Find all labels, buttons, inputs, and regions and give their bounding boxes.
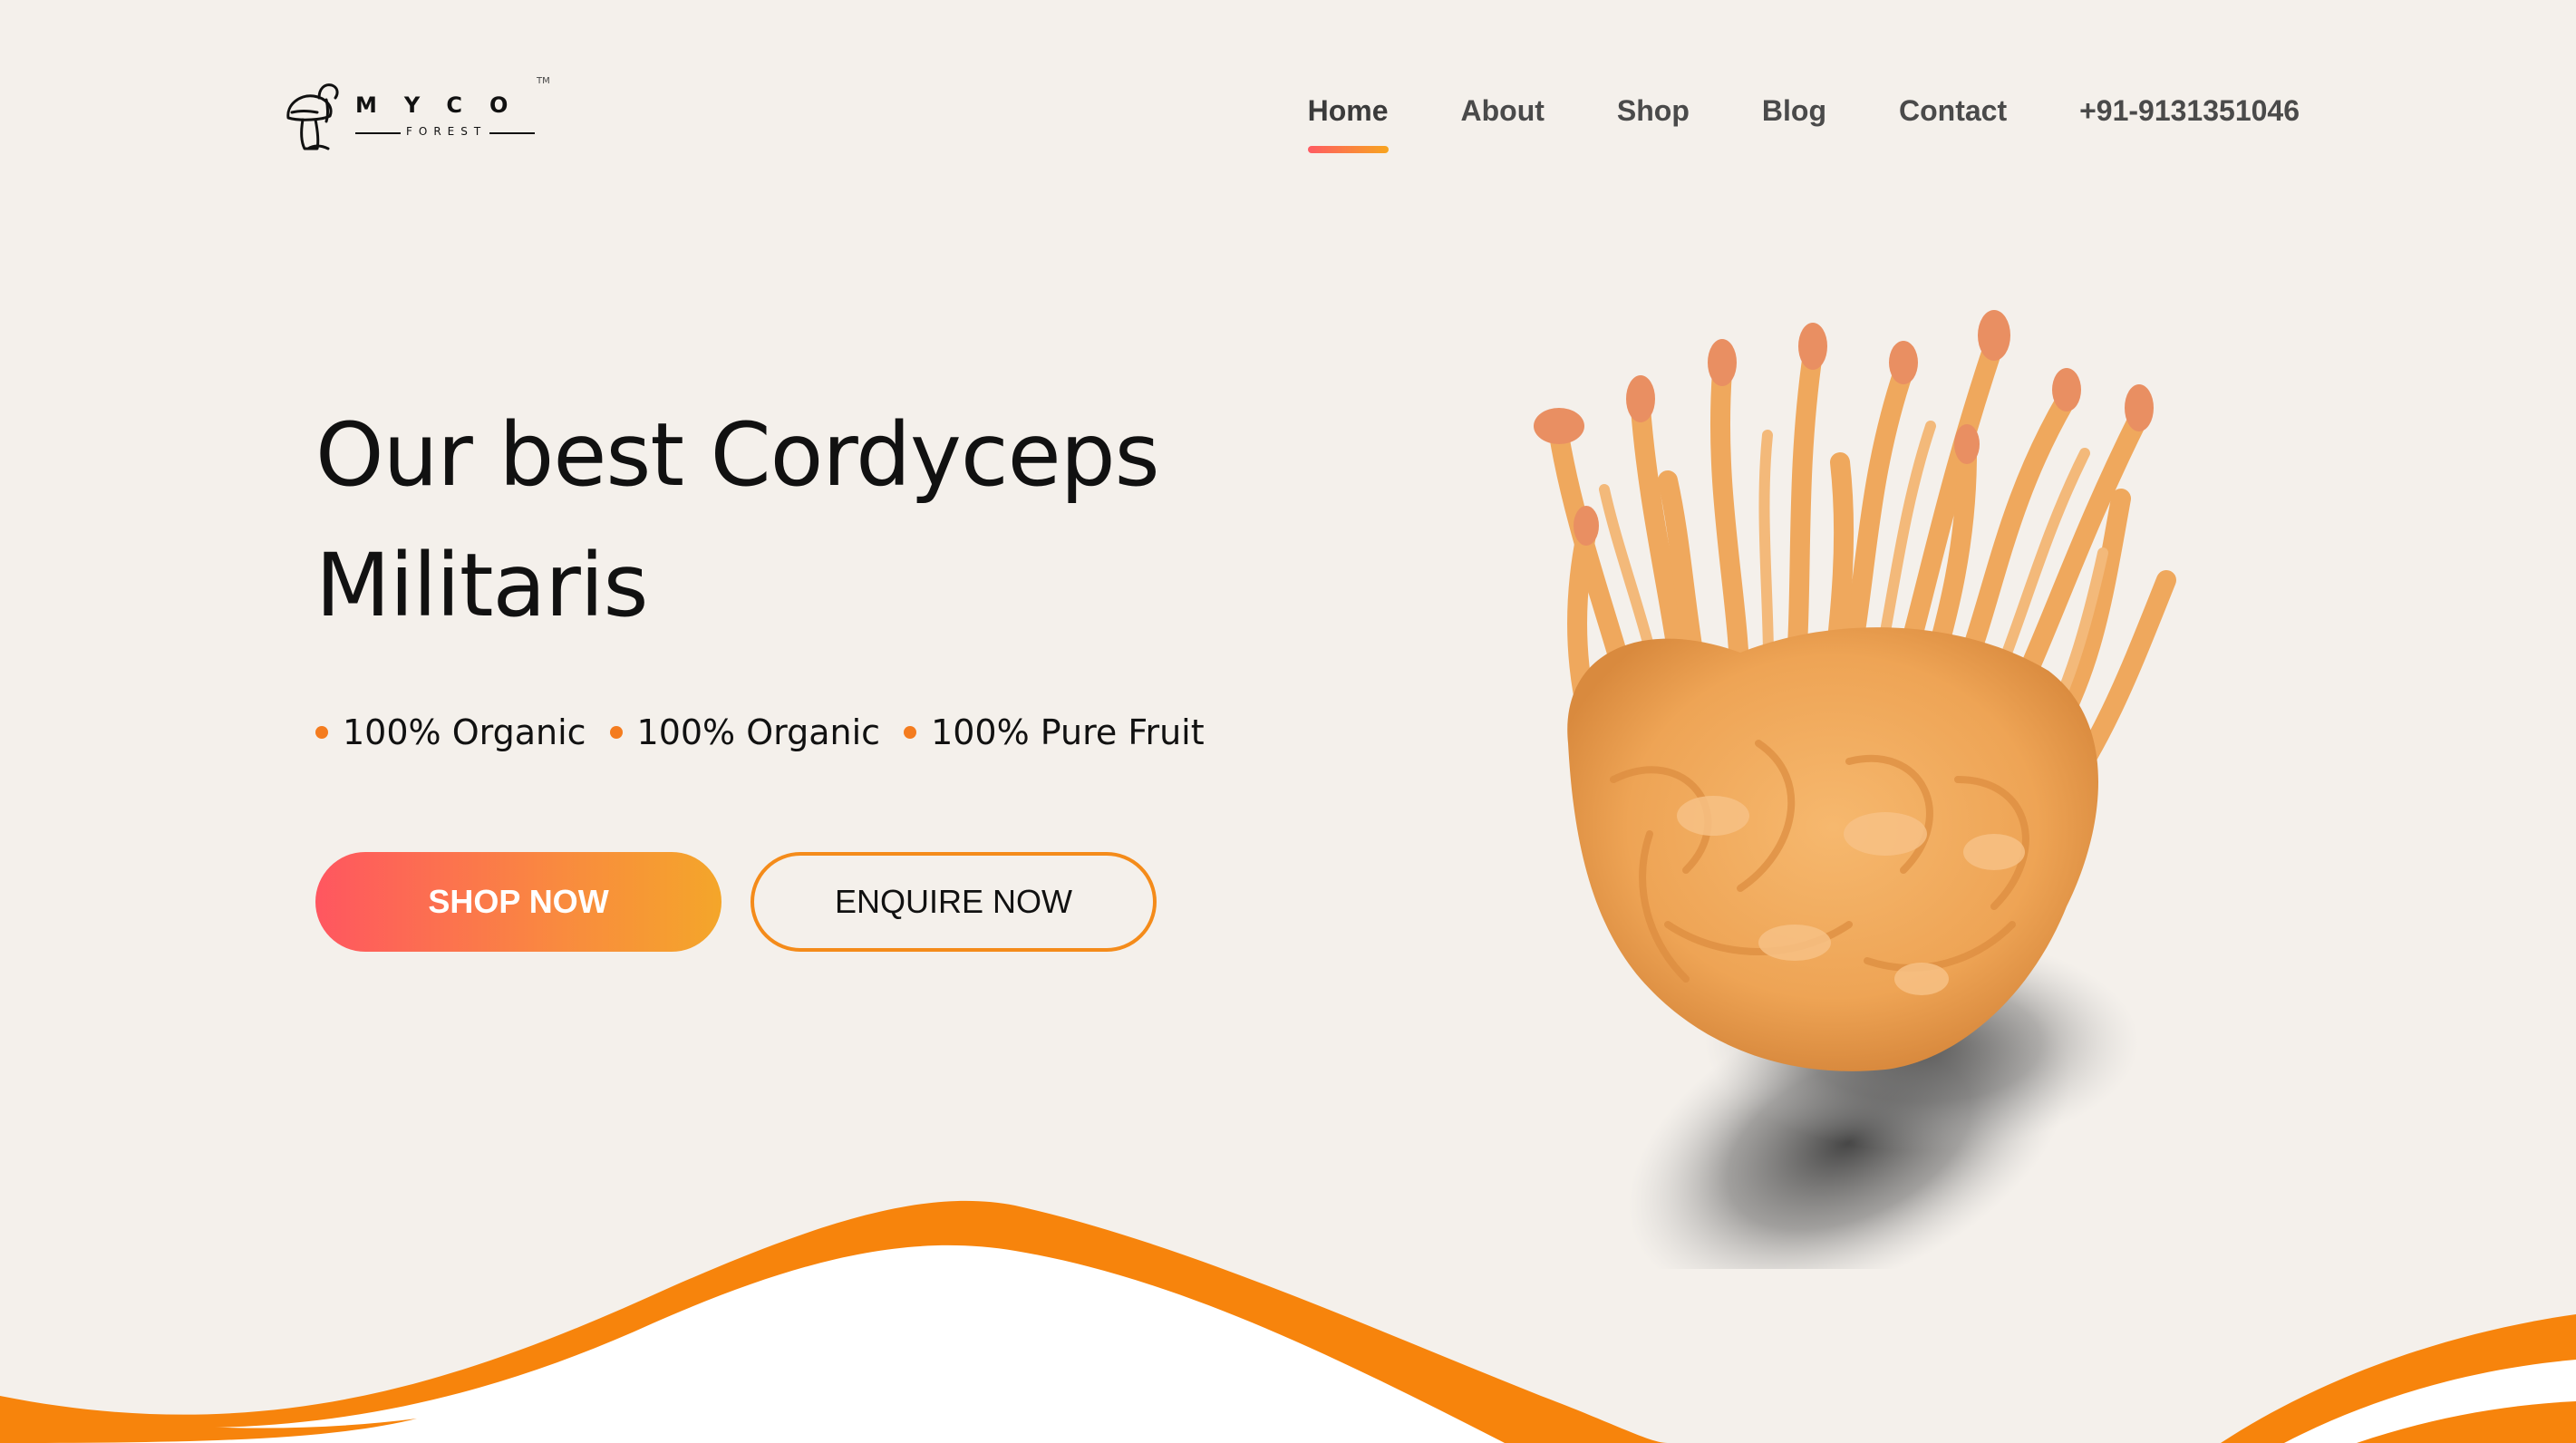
nav-item-blog[interactable]: Blog xyxy=(1762,94,1826,128)
cordyceps-product-image xyxy=(1534,310,2176,1269)
mushroom-logo-icon xyxy=(286,83,339,150)
brand-divider-left xyxy=(355,132,401,134)
nav-item-shop[interactable]: Shop xyxy=(1617,94,1690,128)
feature-item: 100% Pure Fruit xyxy=(904,712,1205,752)
nav-item-label: Contact xyxy=(1898,94,2008,127)
nav-item-contact[interactable]: Contact xyxy=(1899,94,2007,128)
trademark-mark: TM xyxy=(537,76,550,86)
orange-dot-icon xyxy=(609,726,623,739)
phone-number: +91-9131351046 xyxy=(2079,94,2300,127)
landing-page: MYCO FOREST TM Home About Shop Blog Cont… xyxy=(0,0,2576,1443)
active-nav-indicator xyxy=(1307,146,1389,153)
feature-label: 100% Organic xyxy=(636,712,881,752)
feature-label: 100% Organic xyxy=(343,712,586,752)
nav-item-label: Home xyxy=(1307,94,1389,127)
enquire-now-button[interactable]: ENQUIRE NOW xyxy=(751,852,1157,952)
brand-divider-right xyxy=(489,132,535,134)
nav-item-about[interactable]: About xyxy=(1461,94,1545,128)
feature-item: 100% Organic xyxy=(609,712,881,752)
shop-now-button[interactable]: SHOP NOW xyxy=(315,852,721,952)
feature-item: 100% Organic xyxy=(315,712,586,752)
nav-item-label: About xyxy=(1460,94,1545,127)
main-navigation: Home About Shop Blog Contact +91-9131351… xyxy=(1307,94,2300,153)
nav-item-label: Blog xyxy=(1761,94,1826,127)
brand-subtitle-row: FOREST xyxy=(355,123,535,143)
nav-item-home[interactable]: Home xyxy=(1307,94,1389,153)
orange-dot-icon xyxy=(904,726,917,739)
feature-label: 100% Pure Fruit xyxy=(931,712,1205,752)
nav-item-phone[interactable]: +91-9131351046 xyxy=(2079,94,2300,128)
hero-title: Our best Cordyceps Militaris xyxy=(315,404,1160,636)
feature-list: 100% Organic 100% Organic 100% Pure Frui… xyxy=(315,712,1228,752)
nav-item-label: Shop xyxy=(1616,94,1690,127)
orange-dot-icon xyxy=(315,726,328,739)
brand-wordmark: MYCO xyxy=(355,92,536,118)
brand-subtitle: FOREST xyxy=(406,125,488,138)
brand-logo[interactable]: MYCO FOREST TM xyxy=(281,76,553,158)
